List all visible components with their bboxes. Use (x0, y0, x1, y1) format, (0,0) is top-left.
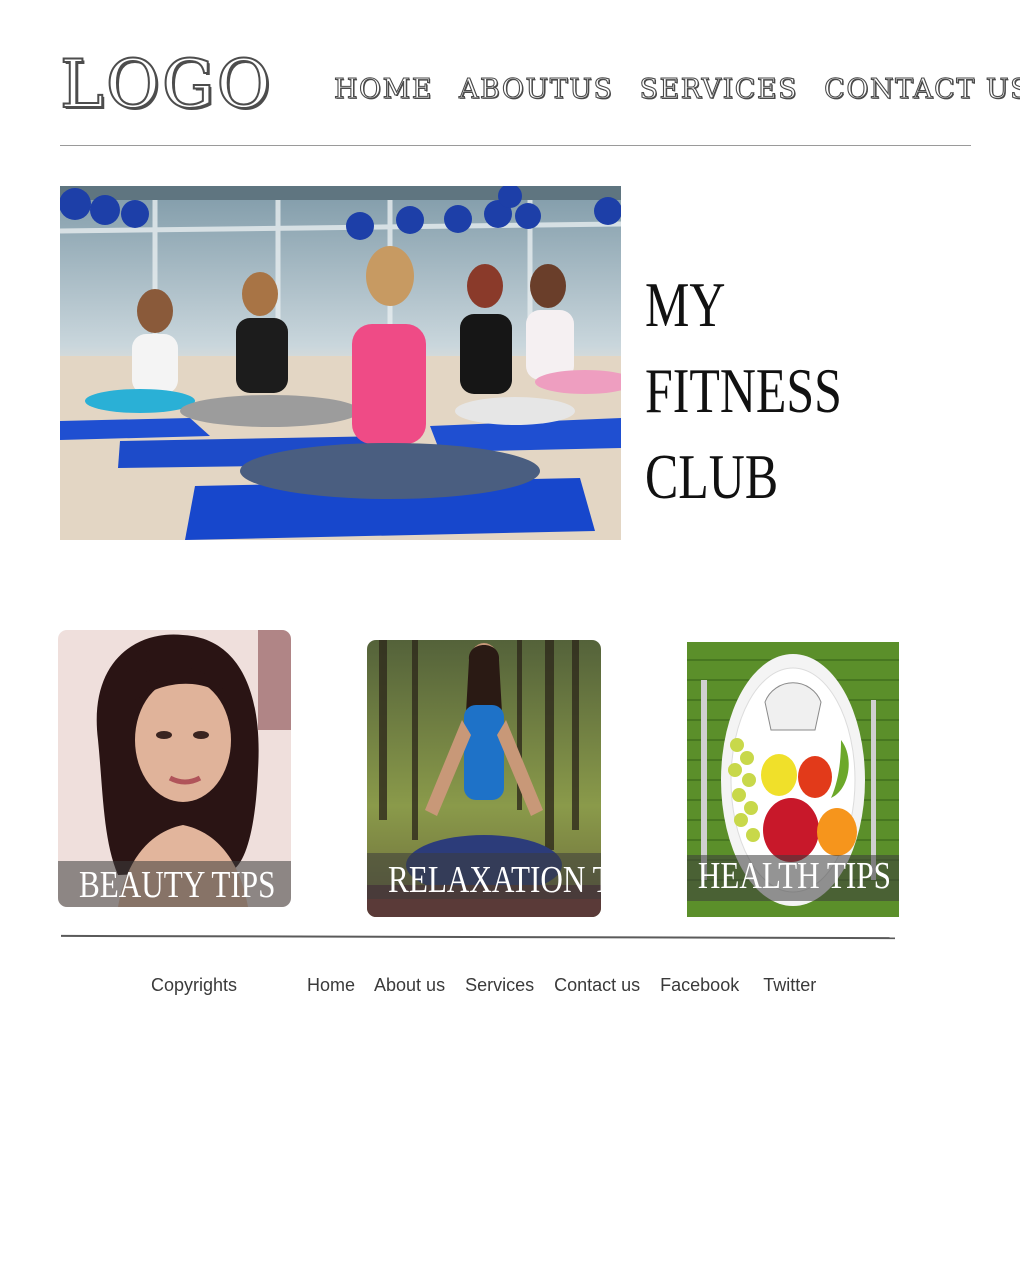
footer-link-twitter[interactable]: Twitter (763, 975, 816, 996)
footer-link-contact-us[interactable]: Contact us (554, 975, 640, 996)
footer-copyright: Copyrights (151, 975, 238, 995)
health-tips-label: HEALTH TIPS (697, 855, 891, 897)
footer-links: Home About us Services Contact us Facebo… (307, 975, 816, 996)
logo[interactable]: LOGO (59, 51, 273, 119)
footer-link-home[interactable]: Home (307, 975, 355, 996)
nav-home[interactable]: HOME (333, 73, 433, 105)
nav-contact-us[interactable]: CONTACT US (824, 73, 1020, 105)
hero-image-fitness-class (60, 186, 621, 540)
health-tips-card[interactable]: HEALTH TIPS (677, 640, 909, 917)
footer-divider (60, 934, 896, 940)
main-nav: HOME ABOUTUS SERVICES CONTACT US (333, 73, 1020, 105)
hero-title: MY FITNESS CLUB (645, 269, 842, 512)
header-divider (60, 145, 971, 146)
nav-services[interactable]: SERVICES (639, 73, 799, 105)
footer-link-facebook[interactable]: Facebook (660, 975, 739, 996)
nav-about-us[interactable]: ABOUTUS (458, 73, 614, 105)
beauty-tips-card[interactable]: BEAUTY TIPS (58, 630, 291, 907)
relaxation-tips-label: RELAXATION TIPS (388, 859, 601, 901)
relaxation-tips-card[interactable]: RELAXATION TIPS (367, 640, 601, 917)
footer-link-about-us[interactable]: About us (374, 975, 445, 996)
beauty-tips-label: BEAUTY TIPS (78, 864, 276, 906)
footer-link-services[interactable]: Services (465, 975, 534, 996)
